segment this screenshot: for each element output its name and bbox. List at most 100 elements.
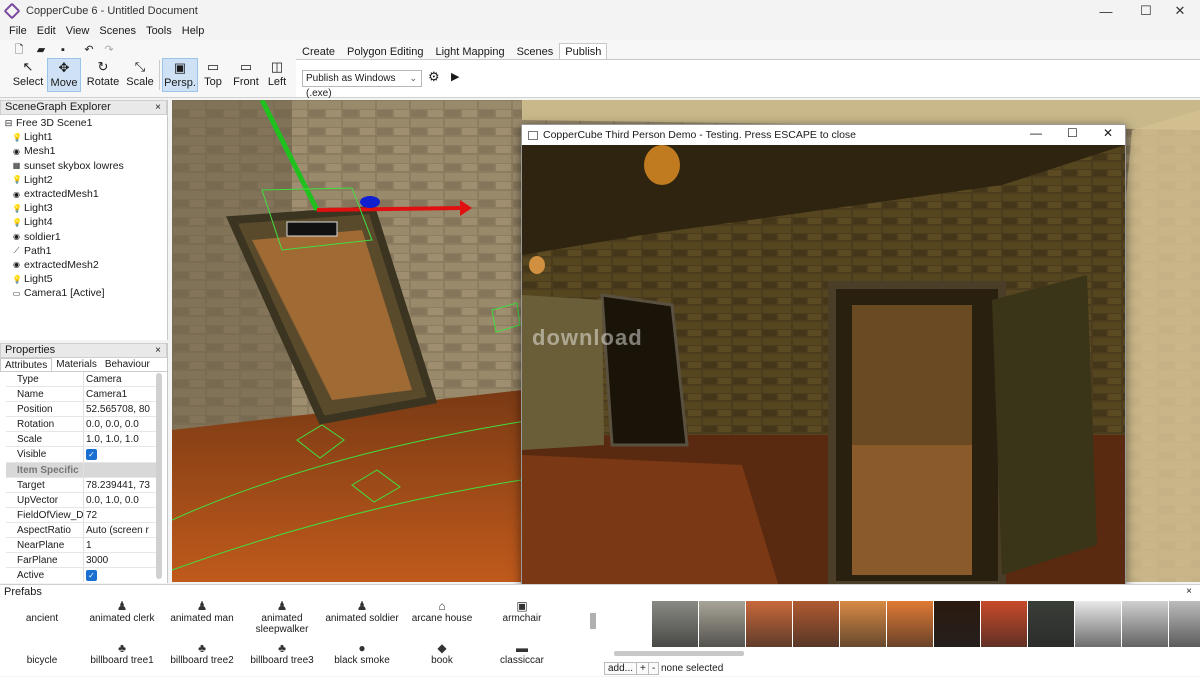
prefab-item[interactable]: ▬ classiccar bbox=[482, 641, 562, 666]
tree-item[interactable]: 💡 Light4 bbox=[12, 215, 167, 229]
menu-edit[interactable]: Edit bbox=[32, 25, 61, 37]
tab-scenes[interactable]: Scenes bbox=[511, 43, 560, 59]
close-icon[interactable]: × bbox=[155, 101, 161, 114]
texture-thumbnail[interactable] bbox=[981, 601, 1027, 647]
front-view-button[interactable]: ▭ Front bbox=[230, 58, 262, 92]
menu-view[interactable]: View bbox=[61, 25, 95, 37]
close-icon[interactable]: × bbox=[1186, 586, 1192, 597]
tree-item[interactable]: 💡 Light3 bbox=[12, 201, 167, 215]
menu-scenes[interactable]: Scenes bbox=[94, 25, 141, 37]
tab-behaviour[interactable]: Behaviour bbox=[101, 358, 154, 371]
tree-item[interactable]: ◉ extractedMesh2 bbox=[12, 258, 167, 272]
prefab-item[interactable]: ♣ billboard tree3 bbox=[242, 641, 322, 666]
top-view-button[interactable]: ▭ Top bbox=[200, 58, 226, 92]
maximize-button[interactable]: ☐ bbox=[1067, 126, 1078, 140]
close-button[interactable]: ✕ bbox=[1160, 0, 1200, 22]
menu-tools[interactable]: Tools bbox=[141, 25, 177, 37]
menu-file[interactable]: File bbox=[4, 25, 32, 37]
texture-thumbnail[interactable] bbox=[1028, 601, 1074, 647]
collapse-icon[interactable]: ⊟ bbox=[4, 118, 13, 128]
texture-thumbnail[interactable] bbox=[699, 601, 745, 647]
tree-item[interactable]: 💡 Light2 bbox=[12, 173, 167, 187]
texture-thumbnail[interactable] bbox=[840, 601, 886, 647]
checkmark-icon[interactable]: ✓ bbox=[86, 570, 97, 582]
checkmark-icon[interactable]: ✓ bbox=[86, 449, 97, 461]
property-value[interactable]: 0.0, 1.0, 0.0 bbox=[84, 493, 158, 507]
prefab-item[interactable]: ● black smoke bbox=[322, 641, 402, 666]
tab-materials[interactable]: Materials bbox=[52, 358, 101, 371]
prefab-item[interactable]: ⌂ arcane house bbox=[402, 599, 482, 624]
publish-target-select[interactable]: Publish as Windows (.exe) ⌄ bbox=[302, 70, 422, 99]
add-texture-button[interactable]: add... bbox=[604, 662, 638, 675]
minimize-button[interactable]: — bbox=[1030, 126, 1042, 140]
property-value[interactable]: Camera bbox=[84, 372, 158, 386]
tab-publish[interactable]: Publish bbox=[559, 43, 608, 59]
prefab-item[interactable]: ♟ animated clerk bbox=[82, 599, 162, 624]
texture-thumbnail[interactable] bbox=[652, 601, 698, 647]
property-value[interactable]: 78.239441, 73 bbox=[84, 478, 158, 492]
menu-help[interactable]: Help bbox=[177, 25, 210, 37]
scale-tool-button[interactable]: ⤡ Scale bbox=[124, 58, 156, 92]
property-value[interactable]: 3000 bbox=[84, 553, 158, 567]
game-preview-window[interactable]: CopperCube Third Person Demo - Testing. … bbox=[521, 124, 1126, 598]
texture-scrollbar[interactable] bbox=[614, 651, 744, 656]
save-icon[interactable]: ▪ bbox=[56, 43, 70, 57]
remove-button[interactable]: - bbox=[648, 662, 660, 675]
prefab-item[interactable]: ancient bbox=[2, 599, 82, 624]
tree-root[interactable]: ⊟ Free 3D Scene1 bbox=[4, 116, 167, 130]
prefab-item[interactable]: ▣ armchair bbox=[482, 599, 562, 624]
left-view-button[interactable]: ◫ Left bbox=[264, 58, 290, 92]
tree-item[interactable]: 💡 Light5 bbox=[12, 272, 167, 286]
texture-thumbnail[interactable] bbox=[1169, 601, 1200, 647]
close-icon[interactable]: × bbox=[155, 344, 161, 357]
texture-thumbnail[interactable] bbox=[793, 601, 839, 647]
property-value[interactable]: 1.0, 1.0, 1.0 bbox=[84, 432, 158, 446]
texture-thumbnail[interactable] bbox=[1122, 601, 1168, 647]
property-value[interactable]: Auto (screen r bbox=[84, 523, 158, 537]
property-value[interactable]: 52.565708, 80 bbox=[84, 402, 158, 416]
new-document-icon[interactable]: 🗋 bbox=[12, 43, 26, 57]
tree-item[interactable]: ◉ extractedMesh1 bbox=[12, 187, 167, 201]
property-value[interactable]: 72 bbox=[84, 508, 158, 522]
property-value[interactable]: 1 bbox=[84, 538, 158, 552]
minimize-button[interactable]: — bbox=[1086, 0, 1126, 22]
properties-scrollbar[interactable] bbox=[156, 373, 162, 579]
undo-icon[interactable]: ↶ bbox=[82, 43, 96, 57]
texture-thumbnail[interactable] bbox=[934, 601, 980, 647]
gear-icon[interactable]: ⚙ bbox=[428, 69, 440, 85]
prefab-item[interactable]: ♟ animated sleepwalker bbox=[242, 599, 322, 635]
property-section[interactable]: Item Specific bbox=[6, 462, 158, 478]
property-value[interactable]: Camera1 bbox=[84, 387, 158, 401]
tab-attributes[interactable]: Attributes bbox=[0, 358, 53, 371]
redo-icon[interactable]: ↷ bbox=[102, 43, 116, 57]
property-value[interactable]: 0.0, 0.0, 0.0 bbox=[84, 417, 158, 431]
tree-item[interactable]: 💡 Light1 bbox=[12, 130, 167, 144]
tree-item[interactable]: ▦ sunset skybox lowres bbox=[12, 159, 167, 173]
close-button[interactable]: ✕ bbox=[1103, 126, 1113, 140]
tree-item[interactable]: ▭ Camera1 [Active] bbox=[12, 286, 167, 300]
property-checkbox[interactable]: ✓ bbox=[84, 447, 158, 461]
prefab-item[interactable]: ♟ animated soldier bbox=[322, 599, 402, 624]
texture-thumbnail[interactable] bbox=[746, 601, 792, 647]
prefab-item[interactable]: ◆ book bbox=[402, 641, 482, 666]
tree-item[interactable]: ◉ Mesh1 bbox=[12, 144, 167, 158]
move-tool-button[interactable]: ✥ Move bbox=[47, 58, 81, 92]
texture-thumbnail[interactable] bbox=[1075, 601, 1121, 647]
tree-item[interactable]: ⟋ Path1 bbox=[12, 244, 167, 258]
texture-thumbnail[interactable] bbox=[887, 601, 933, 647]
open-folder-icon[interactable]: ▰ bbox=[34, 43, 48, 57]
rotate-tool-button[interactable]: ↻ Rotate bbox=[85, 58, 121, 92]
prefab-item[interactable]: bicycle bbox=[2, 641, 82, 666]
play-icon[interactable]: ▶ bbox=[451, 70, 459, 83]
tab-polygon-editing[interactable]: Polygon Editing bbox=[341, 43, 429, 59]
tree-item[interactable]: ◉ soldier1 bbox=[12, 230, 167, 244]
prefab-item[interactable]: ♟ animated man bbox=[162, 599, 242, 624]
prefab-item[interactable]: ♣ billboard tree2 bbox=[162, 641, 242, 666]
prefab-item[interactable]: ♣ billboard tree1 bbox=[82, 641, 162, 666]
prefabs-scrollbar[interactable] bbox=[590, 613, 596, 629]
tab-light-mapping[interactable]: Light Mapping bbox=[429, 43, 510, 59]
property-checkbox[interactable]: ✓ bbox=[84, 568, 158, 582]
perspective-view-button[interactable]: ▣ Persp. bbox=[162, 58, 198, 92]
select-tool-button[interactable]: ↖ Select bbox=[12, 58, 44, 92]
tab-create[interactable]: Create bbox=[296, 43, 341, 59]
